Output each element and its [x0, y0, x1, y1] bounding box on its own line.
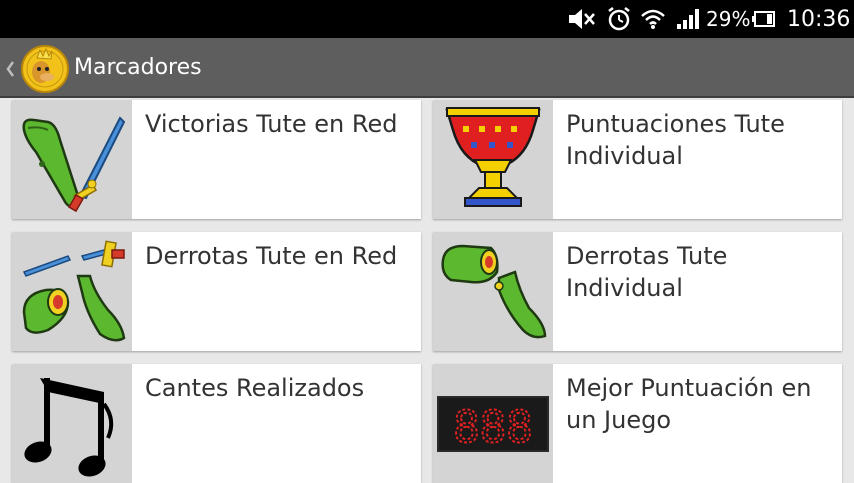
card-label: Derrotas Tute Individual	[566, 242, 728, 302]
club-and-sword-icon	[12, 100, 132, 219]
card-puntuaciones-individual[interactable]: Puntuaciones Tute Individual	[433, 100, 842, 219]
status-bar: 29% 10:36	[0, 0, 854, 38]
scores-grid: Victorias Tute en Red Puntuaciones Tute …	[0, 100, 854, 483]
digital-display-icon: 888	[433, 364, 553, 483]
card-cantes-realizados[interactable]: Cantes Realizados	[12, 364, 421, 483]
signal-icon	[676, 0, 700, 38]
page-title: Marcadores	[74, 55, 202, 80]
broken-club-and-sword-icon	[12, 232, 132, 351]
music-note-icon	[12, 364, 132, 483]
card-mejor-puntuacion[interactable]: 888 Mejor Puntuación en un Juego	[433, 364, 842, 483]
broken-club-icon	[433, 232, 553, 351]
card-label: Victorias Tute en Red	[145, 110, 398, 138]
display-digits: 888	[453, 402, 532, 453]
card-derrotas-individual[interactable]: Derrotas Tute Individual	[433, 232, 842, 351]
up-button[interactable]	[3, 38, 69, 98]
card-derrotas-red[interactable]: Derrotas Tute en Red	[12, 232, 421, 351]
card-victorias-red[interactable]: Victorias Tute en Red	[12, 100, 421, 219]
clock: 10:36	[787, 6, 851, 32]
card-label: Puntuaciones Tute Individual	[566, 110, 785, 170]
card-label: Mejor Puntuación en un Juego	[566, 374, 812, 434]
battery-percent: 29%	[706, 7, 751, 31]
battery-icon	[752, 0, 776, 38]
cup-icon	[433, 100, 553, 219]
card-label: Cantes Realizados	[145, 374, 365, 402]
action-bar: Marcadores	[0, 38, 854, 98]
app-logo-icon	[6, 45, 69, 93]
card-label: Derrotas Tute en Red	[145, 242, 398, 270]
wifi-icon	[640, 0, 666, 38]
alarm-icon	[606, 0, 632, 38]
mute-icon	[568, 0, 596, 38]
